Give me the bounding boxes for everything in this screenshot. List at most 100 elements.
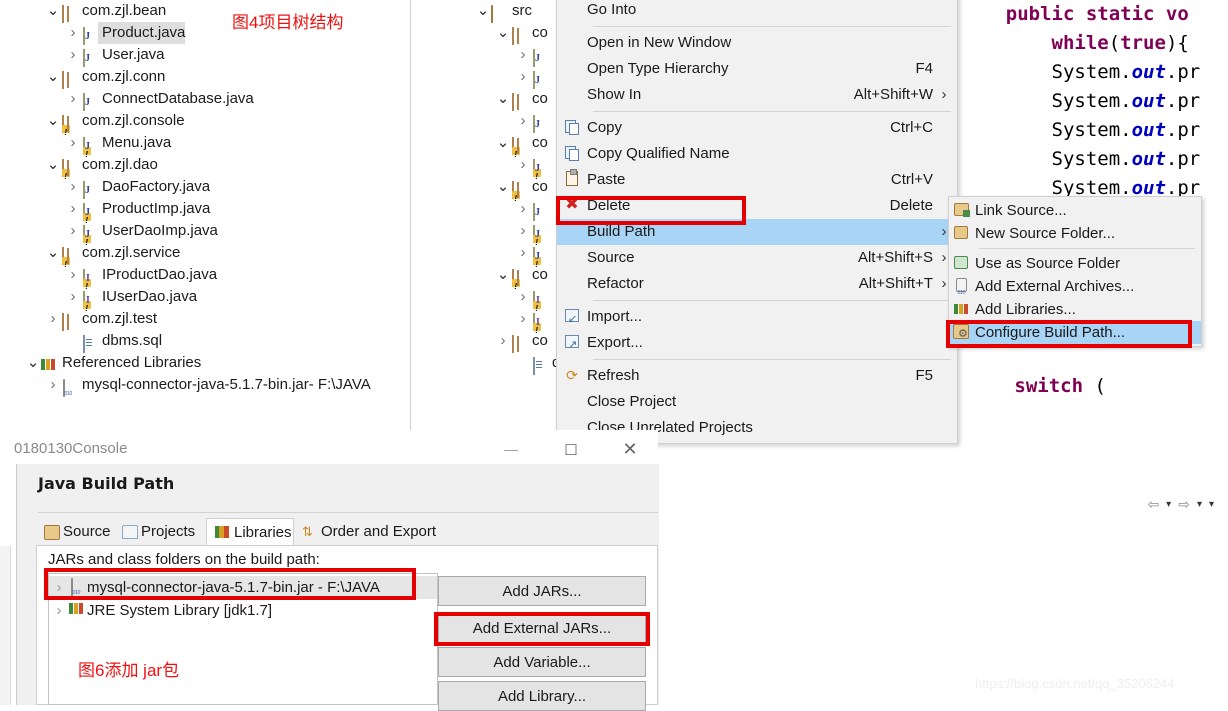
button-add-external-jars[interactable]: Add External JARs... bbox=[438, 613, 646, 643]
menu-item-open-type-hierarchy[interactable]: Open Type Hierarchy F4 bbox=[557, 56, 957, 82]
chevron-right-icon[interactable]: › bbox=[66, 22, 80, 44]
chevron-right-icon[interactable]: › bbox=[66, 44, 80, 66]
tree-row[interactable]: › com.zjl.test bbox=[0, 308, 410, 331]
menu-item-delete[interactable]: ✖ Delete Delete bbox=[557, 193, 957, 219]
chevron-right-icon[interactable]: › bbox=[516, 110, 530, 132]
submenu-item-add-libraries[interactable]: Add Libraries... bbox=[949, 298, 1201, 321]
tree-row[interactable]: ⌄ Referenced Libraries bbox=[0, 352, 410, 374]
chevron-right-icon[interactable]: › bbox=[66, 132, 80, 154]
chevron-right-icon[interactable]: › bbox=[66, 286, 80, 308]
chevron-down-icon[interactable]: ⌄ bbox=[496, 179, 510, 194]
tree-row[interactable]: › IProductDao.java bbox=[0, 264, 410, 298]
tree-row[interactable]: ⌄ com.zjl.service bbox=[0, 242, 410, 276]
menu-item-export[interactable]: Export... bbox=[557, 330, 957, 358]
package-explorer-tree[interactable]: ⌄com.zjl.bean›Product.java›User.java⌄com… bbox=[0, 0, 410, 430]
chevron-down-icon[interactable]: ⌄ bbox=[496, 91, 510, 106]
forward-arrow-icon[interactable]: ⇨ bbox=[1178, 496, 1190, 513]
menu-item-show-in[interactable]: Show In Alt+Shift+W › bbox=[557, 82, 957, 108]
menu-item-build-path[interactable]: Build Path › bbox=[557, 219, 957, 245]
menu-item-refresh[interactable]: ⟳ Refresh F5 bbox=[557, 363, 957, 389]
chevron-right-icon[interactable]: › bbox=[516, 154, 530, 176]
chevron-down-icon[interactable]: ⌄ bbox=[46, 157, 60, 172]
chevron-down-icon[interactable]: ⌄ bbox=[46, 69, 60, 84]
chevron-right-icon[interactable]: › bbox=[51, 576, 67, 599]
chevron-down-icon[interactable]: ⌄ bbox=[496, 25, 510, 40]
submenu-item-link-source[interactable]: Link Source... bbox=[949, 199, 1201, 222]
tab-order-and-export[interactable]: ⇅ Order and Export bbox=[294, 518, 440, 546]
chevron-right-icon[interactable]: › bbox=[51, 599, 67, 622]
dialog-tabstrip[interactable]: Source Projects Libraries ⇅ Order and Export bbox=[36, 518, 658, 546]
context-menu[interactable]: Go Into Open in New Window Open Type Hiera… bbox=[556, 0, 958, 444]
dialog-nav-icons[interactable]: ⇦ ▾ ⇨ ▾ ▾ bbox=[1147, 496, 1214, 513]
chevron-right-icon[interactable]: › bbox=[516, 198, 530, 220]
chevron-right-icon[interactable]: › bbox=[66, 176, 80, 198]
chevron-right-icon[interactable]: › bbox=[66, 220, 80, 242]
tree-row[interactable]: ⌄ com.zjl.console bbox=[0, 110, 410, 144]
chevron-right-icon[interactable]: › bbox=[46, 308, 60, 330]
tree-row[interactable]: ⌄ com.zjl.bean bbox=[0, 0, 410, 23]
chevron-down-icon[interactable]: ⌄ bbox=[46, 113, 60, 128]
jars-list[interactable]: › mysql-connector-java-5.1.7-bin.jar - F:… bbox=[48, 573, 438, 705]
chevron-right-icon[interactable]: › bbox=[516, 220, 530, 242]
chevron-right-icon[interactable]: › bbox=[66, 198, 80, 220]
menu-item-go-into[interactable]: Go Into bbox=[557, 0, 957, 23]
submenu-item-new-source-folder[interactable]: New Source Folder... bbox=[949, 222, 1201, 245]
menu-item-copy[interactable]: Copy Ctrl+C bbox=[557, 115, 957, 141]
tree-row[interactable]: › Menu.java bbox=[0, 132, 410, 166]
tree-row[interactable]: › Product.java bbox=[0, 22, 410, 45]
package-icon bbox=[60, 3, 78, 23]
back-arrow-icon[interactable]: ⇦ bbox=[1147, 496, 1159, 513]
jar-list-item[interactable]: › JRE System Library [jdk1.7] bbox=[49, 599, 437, 622]
jar-list-item[interactable]: › mysql-connector-java-5.1.7-bin.jar - F:… bbox=[49, 576, 437, 599]
view-menu-icon[interactable]: ▾ bbox=[1209, 499, 1214, 510]
tab-libraries[interactable]: Libraries bbox=[206, 518, 294, 546]
chevron-down-icon[interactable]: ⌄ bbox=[496, 135, 510, 150]
chevron-right-icon[interactable]: › bbox=[66, 88, 80, 110]
tree-row[interactable]: › mysql-connector-java-5.1.7-bin.jar - F:… bbox=[0, 374, 410, 397]
chevron-down-icon[interactable]: ⌄ bbox=[496, 267, 510, 282]
menu-item-refactor[interactable]: Refactor Alt+Shift+T › bbox=[557, 271, 957, 297]
chevron-down-icon[interactable]: ⌄ bbox=[46, 245, 60, 260]
tree-row[interactable]: › ConnectDatabase.java bbox=[0, 88, 410, 111]
chevron-right-icon[interactable]: › bbox=[46, 374, 60, 396]
chevron-down-icon[interactable]: ⌄ bbox=[476, 3, 490, 18]
tree-row[interactable]: dbms.sql bbox=[0, 330, 410, 353]
tree-row[interactable]: › IUserDao.java bbox=[0, 286, 410, 320]
menu-item-paste[interactable]: Paste Ctrl+V bbox=[557, 167, 957, 193]
menu-item-import[interactable]: Import... bbox=[557, 304, 957, 332]
chevron-right-icon[interactable]: › bbox=[516, 286, 530, 308]
tree-row[interactable]: › UserDaoImp.java bbox=[0, 220, 410, 254]
tree-row[interactable]: ⌄ com.zjl.conn bbox=[0, 66, 410, 89]
chevron-down-icon[interactable]: ⌄ bbox=[26, 355, 40, 370]
menu-item-source[interactable]: Source Alt+Shift+S › bbox=[557, 245, 957, 271]
submenu-item-use-as-source-folder[interactable]: Use as Source Folder bbox=[949, 252, 1201, 275]
build-path-submenu[interactable]: Link Source... New Source Folder... Use as… bbox=[948, 196, 1202, 347]
tree-row[interactable]: › User.java bbox=[0, 44, 410, 67]
tree-row[interactable]: › ProductImp.java bbox=[0, 198, 410, 232]
chevron-right-icon[interactable]: › bbox=[516, 66, 530, 88]
tab-source[interactable]: Source bbox=[36, 518, 114, 546]
menu-item-close-project[interactable]: Close Project bbox=[557, 389, 957, 415]
forward-dropdown-icon[interactable]: ▾ bbox=[1197, 499, 1202, 510]
chevron-down-icon[interactable]: ⌄ bbox=[46, 3, 60, 18]
button-add-variable[interactable]: Add Variable... bbox=[438, 647, 646, 677]
dialog-scrollbar[interactable] bbox=[0, 546, 11, 705]
close-button[interactable]: ✕ bbox=[621, 440, 639, 458]
chevron-right-icon[interactable]: › bbox=[66, 264, 80, 286]
back-dropdown-icon[interactable]: ▾ bbox=[1166, 499, 1171, 510]
button-add-jars[interactable]: Add JARs... bbox=[438, 576, 646, 606]
submenu-item-add-external-archives[interactable]: Add External Archives... bbox=[949, 275, 1201, 305]
tree-row[interactable]: ⌄com.zjl.dao bbox=[0, 154, 410, 188]
minimize-button[interactable]: — bbox=[502, 440, 520, 458]
chevron-right-icon[interactable]: › bbox=[516, 44, 530, 66]
button-add-library[interactable]: Add Library... bbox=[438, 681, 646, 711]
chevron-right-icon[interactable]: › bbox=[516, 308, 530, 330]
chevron-right-icon[interactable]: › bbox=[496, 330, 510, 352]
menu-item-copy-qualified-name[interactable]: Copy Qualified Name bbox=[557, 141, 957, 167]
menu-item-open-in-new-window[interactable]: Open in New Window bbox=[557, 30, 957, 56]
tab-projects[interactable]: Projects bbox=[114, 518, 206, 546]
chevron-right-icon[interactable]: › bbox=[516, 242, 530, 264]
submenu-item-configure-build-path[interactable]: Configure Build Path... bbox=[949, 321, 1201, 346]
maximize-button[interactable]: □ bbox=[562, 440, 580, 458]
tree-row[interactable]: › DaoFactory.java bbox=[0, 176, 410, 199]
